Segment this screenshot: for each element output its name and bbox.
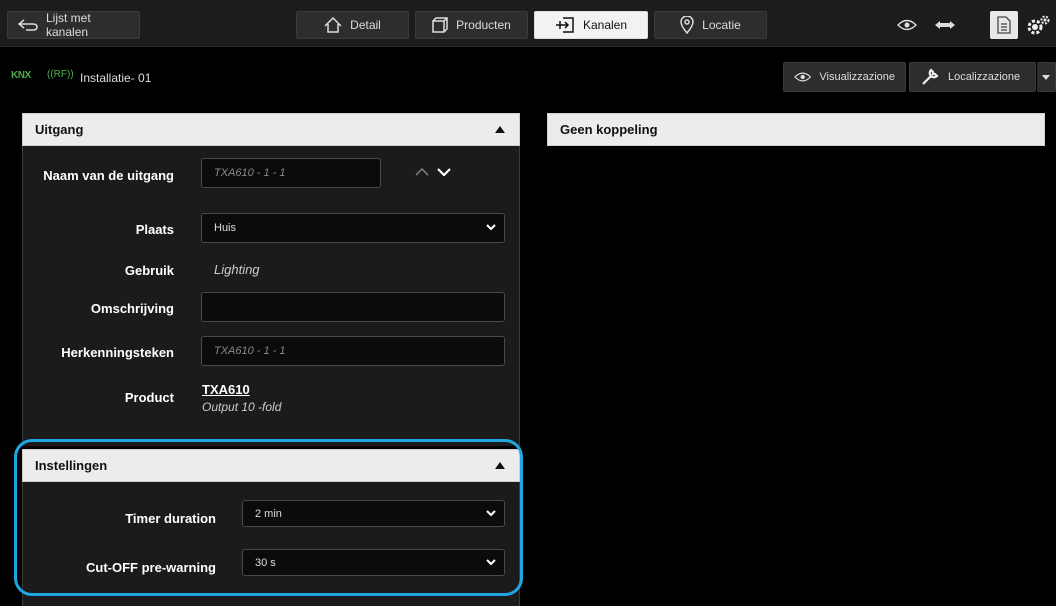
tab-producten[interactable]: Producten <box>415 11 528 39</box>
move-down-icon[interactable] <box>437 168 451 176</box>
link-panel-header: Geen koppeling <box>547 113 1045 146</box>
tab-producten-label: Producten <box>456 18 511 32</box>
tab-detail-label: Detail <box>350 18 381 32</box>
rf-logo: ((RF)) <box>47 69 74 80</box>
chevron-down-icon <box>486 510 496 517</box>
channel-icon <box>555 17 574 33</box>
description-input[interactable] <box>201 292 505 322</box>
tab-detail[interactable]: Detail <box>296 11 409 39</box>
timer-duration-label: Timer duration <box>125 511 216 526</box>
back-to-channel-list-button[interactable]: Lijst met kanalen <box>7 11 140 39</box>
move-up-icon[interactable] <box>415 168 429 176</box>
localization-label: Localizzazione <box>948 71 1021 83</box>
document-icon <box>997 16 1011 34</box>
document-button[interactable] <box>990 11 1018 39</box>
home-icon <box>324 17 342 33</box>
tab-kanalen-label: Kanalen <box>582 18 628 32</box>
back-button-label: Lijst met kanalen <box>46 11 91 39</box>
tab-locatie-label: Locatie <box>702 18 741 32</box>
link-panel-title: Geen koppeling <box>560 122 658 137</box>
caret-down-icon <box>1042 74 1050 80</box>
usage-value: Lighting <box>214 262 260 277</box>
chevron-down-icon <box>486 559 496 566</box>
settings-button[interactable] <box>1024 11 1052 39</box>
settings-panel-title: Instellingen <box>35 458 108 473</box>
cutoff-prewarning-label: Cut-OFF pre-warning <box>86 560 216 575</box>
chevron-down-icon <box>486 224 496 231</box>
product-description: Output 10 -fold <box>202 400 282 414</box>
output-name-label: Naam van de uitgang <box>43 168 174 183</box>
knx-logo: KNX <box>11 70 31 81</box>
timer-duration-value: 2 min <box>255 507 282 520</box>
product-code-link[interactable]: TXA610 <box>202 382 250 397</box>
place-label: Plaats <box>135 222 174 237</box>
visualization-button[interactable]: Visualizzazione <box>783 62 906 92</box>
place-select[interactable]: Huis <box>201 213 505 243</box>
cube-icon <box>432 17 448 33</box>
eye-icon <box>897 19 917 31</box>
installation-title: Installatie- 01 <box>80 71 152 85</box>
cutoff-prewarning-select[interactable]: 30 s <box>242 549 505 576</box>
place-select-value: Huis <box>214 222 237 234</box>
arrows-icon <box>935 21 955 29</box>
output-panel-title: Uitgang <box>35 122 84 137</box>
localization-dropdown-toggle[interactable] <box>1037 62 1056 92</box>
cutoff-prewarning-value: 30 s <box>255 556 276 569</box>
collapse-caret-icon <box>495 462 505 469</box>
top-toolbar: Lijst met kanalen Detail Producten Kanal… <box>0 0 1056 47</box>
settings-gears-icon <box>1027 15 1050 35</box>
tools-icon <box>922 68 939 85</box>
expand-toggle[interactable] <box>931 11 959 39</box>
description-label: Omschrijving <box>90 301 174 316</box>
localization-button[interactable]: Localizzazione <box>909 62 1036 92</box>
visibility-toggle[interactable] <box>893 11 921 39</box>
output-name-input[interactable]: TXA610 - 1 - 1 <box>201 158 381 188</box>
back-arrow-icon <box>18 19 38 31</box>
tag-input[interactable]: TXA610 - 1 - 1 <box>201 336 505 366</box>
usage-label: Gebruik <box>124 263 174 278</box>
tag-label: Herkenningsteken <box>61 345 174 360</box>
settings-panel-header[interactable]: Instellingen <box>22 449 520 482</box>
collapse-caret-icon <box>495 126 505 133</box>
eye-icon <box>794 72 812 82</box>
tab-locatie[interactable]: Locatie <box>654 11 767 39</box>
location-pin-icon <box>680 16 694 34</box>
output-panel-header[interactable]: Uitgang <box>22 113 520 146</box>
visualization-label: Visualizzazione <box>819 71 895 83</box>
tab-kanalen[interactable]: Kanalen <box>534 11 648 39</box>
timer-duration-select[interactable]: 2 min <box>242 500 505 527</box>
product-label: Product <box>124 390 174 405</box>
